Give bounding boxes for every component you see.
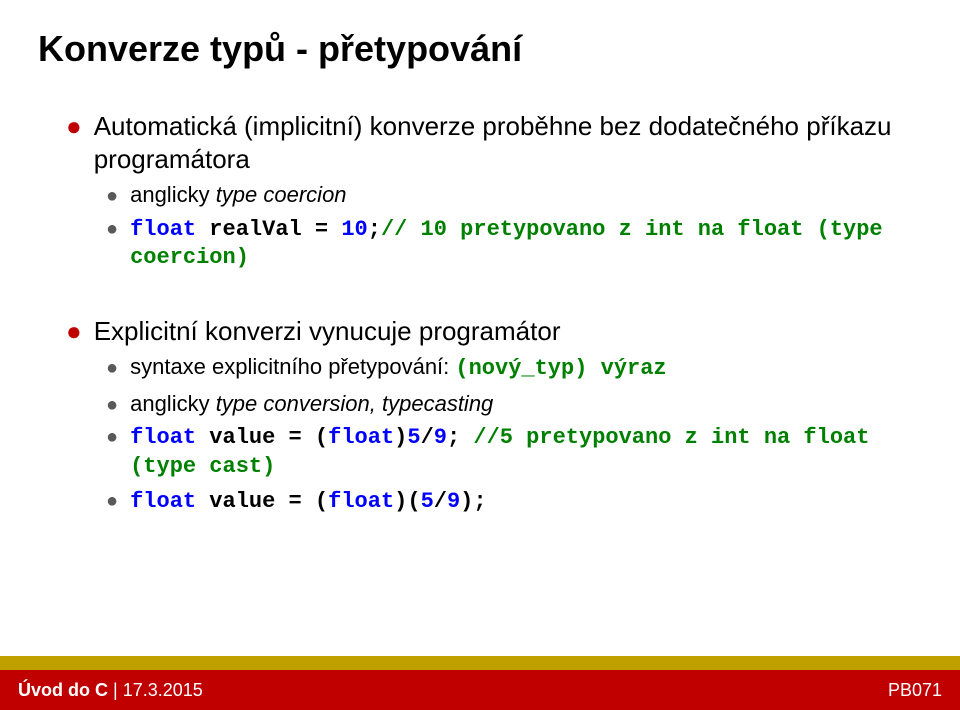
code-text: )(: [394, 489, 420, 514]
code-number: 9: [447, 489, 460, 514]
code-text: ;: [368, 217, 381, 242]
bullet-item: ● Automatická (implicitní) konverze prob…: [66, 110, 922, 175]
code-text: /: [434, 489, 447, 514]
code-line: float value = (float)5/9; //5 pretypovan…: [130, 424, 922, 481]
code-text: realVal =: [196, 217, 341, 242]
footer-right: PB071: [888, 680, 942, 701]
bullet-dot-icon: ●: [106, 216, 118, 242]
bullet-dot-icon: ●: [106, 392, 118, 418]
bullet-text: Automatická (implicitní) konverze proběh…: [94, 110, 922, 175]
bullet-pre: syntaxe explicitního přetypování:: [130, 354, 455, 379]
bullet-item: ● syntaxe explicitního přetypování: (nov…: [106, 353, 922, 384]
code-number: 9: [434, 425, 447, 450]
bullet-text: Explicitní konverzi vynucuje programátor: [94, 315, 561, 348]
bullet-item: ● float value = (float)5/9; //5 pretypov…: [106, 424, 922, 481]
code-text: );: [460, 489, 486, 514]
slide-title: Konverze typů - přetypování: [38, 28, 922, 70]
code-line: float realVal = 10;// 10 pretypovano z i…: [130, 216, 922, 273]
bullet-italic: type conversion, typecasting: [216, 391, 494, 416]
footer-redbar: Úvod do C | 17.3.2015 PB071: [0, 670, 960, 710]
code-keyword: float: [328, 425, 394, 450]
bullet-text: syntaxe explicitního přetypování: (nový_…: [130, 353, 667, 384]
code-text: value = (: [196, 425, 328, 450]
code-text: /: [421, 425, 434, 450]
bullet-dot-icon: ●: [106, 488, 118, 514]
bullet-dot-icon: ●: [106, 355, 118, 381]
bullet-item: ● anglicky type conversion, typecasting: [106, 390, 922, 419]
code-number: 5: [407, 425, 420, 450]
code-green: (nový_typ) výraz: [455, 356, 666, 381]
footer-sep: |: [108, 680, 123, 700]
code-keyword: float: [130, 425, 196, 450]
footer-left: Úvod do C | 17.3.2015: [18, 680, 203, 701]
slide: Konverze typů - přetypování ● Automatick…: [0, 0, 960, 710]
code-text: value = (: [196, 489, 328, 514]
footer-prefix: Úvod do C: [18, 680, 108, 700]
code-number: 5: [421, 489, 434, 514]
bullet-item: ● float realVal = 10;// 10 pretypovano z…: [106, 216, 922, 273]
code-number: 10: [341, 217, 367, 242]
bullet-pre: anglicky: [130, 182, 216, 207]
bullet-dot-icon: ●: [106, 424, 118, 450]
code-text: ): [394, 425, 407, 450]
bullet-italic: type coercion: [216, 182, 347, 207]
bullet-dot-icon: ●: [106, 183, 118, 209]
bullet-item: ● Explicitní konverzi vynucuje programát…: [66, 315, 922, 348]
code-text: ;: [447, 425, 473, 450]
bullet-text: anglicky type coercion: [130, 181, 346, 210]
bullet-dot-icon: ●: [66, 110, 82, 143]
section-gap: [38, 279, 922, 315]
bullet-dot-icon: ●: [66, 315, 82, 348]
code-keyword: float: [130, 489, 196, 514]
bullet-item: ● anglicky type coercion: [106, 181, 922, 210]
bullet-text: anglicky type conversion, typecasting: [130, 390, 493, 419]
footer: Úvod do C | 17.3.2015 PB071: [0, 656, 960, 710]
footer-date: 17.3.2015: [123, 680, 203, 700]
footer-goldbar: [0, 656, 960, 670]
code-keyword: float: [328, 489, 394, 514]
bullet-pre: anglicky: [130, 391, 216, 416]
code-line: float value = (float)(5/9);: [130, 488, 486, 517]
bullet-item: ● float value = (float)(5/9);: [106, 488, 922, 517]
code-keyword: float: [130, 217, 196, 242]
